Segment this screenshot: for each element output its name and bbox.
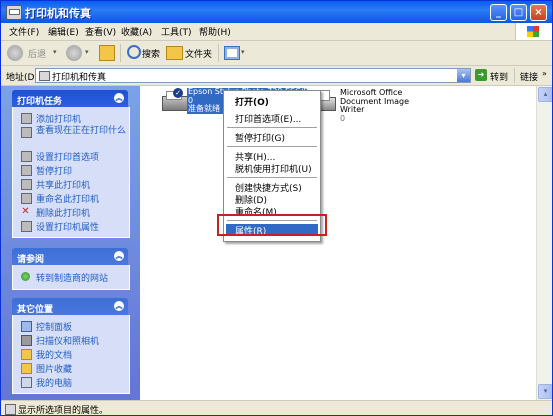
other-places-title: 其它位置: [17, 305, 54, 315]
status-bar: 显示所选项目的属性。: [1, 400, 552, 416]
views-dropdown-icon[interactable]: ▾: [241, 48, 245, 56]
close-button[interactable]: ×: [530, 4, 547, 21]
printer-folder-icon: [39, 71, 50, 81]
ctx-sharing[interactable]: 共享(H)...: [226, 150, 318, 163]
ctx-printing-preferences[interactable]: 打印首选项(E)...: [226, 112, 318, 125]
toolbar: 后退 ▾ ▾ 搜索 文件夹 ▾: [1, 41, 552, 66]
see-also-header[interactable]: 请参阅 ︽: [12, 248, 128, 265]
printer-queue-icon: [21, 127, 32, 138]
scroll-down-arrow-icon[interactable]: ▾: [538, 384, 552, 399]
delete-x-icon: ✕: [21, 206, 30, 217]
address-value: 打印机和传真: [52, 73, 107, 83]
collapse-chevron-icon[interactable]: ︽: [114, 93, 124, 103]
printer-tasks-title: 打印机任务: [17, 97, 63, 107]
window-title: 打印机和传真: [25, 7, 91, 20]
back-dropdown-icon[interactable]: ▾: [53, 48, 57, 56]
menu-favorites[interactable]: 收藏(A): [121, 25, 152, 38]
views-icon[interactable]: [224, 46, 240, 60]
folders-icon[interactable]: [166, 46, 183, 60]
annotation-highlight-frame: [217, 214, 327, 236]
pause-printer-icon: [21, 165, 32, 176]
vertical-scrollbar[interactable]: ▴ ▾: [536, 86, 552, 400]
scroll-up-arrow-icon[interactable]: ▴: [538, 87, 552, 102]
menu-view[interactable]: 查看(V): [85, 25, 116, 38]
forward-dropdown-icon[interactable]: ▾: [85, 48, 89, 56]
share-printer-icon: [21, 179, 32, 190]
pictures-folder-icon: [21, 363, 32, 374]
ctx-separator: [227, 177, 317, 178]
rename-icon: [21, 193, 32, 204]
printer-tasks-box: 添加打印机 查看现在正在打印什么 设置打印首选项 暂停打印 共享此打印机 重命名…: [12, 107, 130, 238]
links-button[interactable]: 链接: [520, 70, 538, 83]
back-arrow-icon[interactable]: [7, 45, 23, 61]
ctx-create-shortcut[interactable]: 创建快捷方式(S): [226, 181, 318, 194]
toolbar-divider: [120, 44, 121, 62]
folders-button[interactable]: 文件夹: [185, 47, 212, 60]
go-button[interactable]: 转到: [490, 70, 508, 83]
other-places-header[interactable]: 其它位置 ︽: [12, 298, 128, 315]
control-panel-icon: [21, 321, 32, 332]
printer-folder-icon: [6, 5, 22, 20]
task-pane: 打印机任务 ︽ 添加打印机 查看现在正在打印什么 设置打印首选项 暂停打印 共享…: [1, 86, 140, 400]
preferences-icon: [21, 151, 32, 162]
globe-icon: [21, 272, 30, 281]
printer-tasks-header[interactable]: 打印机任务 ︽: [12, 90, 128, 107]
office-image-writer-label[interactable]: Microsoft Office Document Image Writer 0: [340, 88, 435, 123]
menu-bar: 文件(F) 编辑(E) 查看(V) 收藏(A) 工具(T) 帮助(H): [1, 23, 552, 41]
menu-tools[interactable]: 工具(T): [161, 25, 192, 38]
office-job-count: 0: [340, 113, 346, 123]
ctx-separator: [227, 146, 317, 147]
documents-folder-icon: [21, 349, 32, 360]
default-printer-check-icon: ✓: [173, 88, 183, 98]
scanner-icon: [21, 335, 32, 346]
see-also-box: 转到制造商的网站: [12, 265, 130, 290]
menu-file[interactable]: 文件(F): [9, 25, 39, 38]
address-bar: 地址(D) 打印机和传真 ▾ ➜ 转到 链接 »: [1, 66, 552, 86]
ctx-open[interactable]: 打开(O): [226, 95, 318, 108]
menu-edit[interactable]: 编辑(E): [48, 25, 79, 38]
printer-list-area[interactable]: ✓ Epson Stylus Photo 720 ESC/P 2 0 准备就绪 …: [140, 86, 536, 400]
back-button[interactable]: 后退: [28, 47, 46, 60]
properties-icon: [21, 221, 32, 232]
minimize-button[interactable]: _: [490, 4, 507, 21]
up-folder-icon[interactable]: [99, 45, 115, 61]
toolbar-divider: [218, 44, 219, 62]
see-also-title: 请参阅: [17, 255, 45, 265]
ctx-pause-printing[interactable]: 暂停打印(G): [226, 131, 318, 144]
search-icon[interactable]: [127, 45, 141, 59]
ctx-use-offline[interactable]: 脱机使用打印机(U): [226, 162, 318, 175]
menu-help[interactable]: 帮助(H): [199, 25, 231, 38]
collapse-chevron-icon[interactable]: ︽: [114, 251, 124, 261]
office-image-writer-name: Microsoft Office Document Image Writer: [340, 88, 410, 114]
status-printer-icon: [5, 404, 16, 415]
go-arrow-icon[interactable]: ➜: [475, 69, 487, 81]
other-places-box: 控制面板 扫描仪和照相机 我的文档 图片收藏 我的电脑: [12, 315, 130, 394]
windows-logo-icon: [515, 23, 552, 40]
forward-arrow-icon[interactable]: [66, 45, 82, 61]
maximize-button[interactable]: □: [510, 4, 527, 21]
ctx-delete[interactable]: 删除(D): [226, 193, 318, 206]
title-bar[interactable]: 打印机和传真 _ □ ×: [1, 1, 552, 23]
computer-icon: [21, 377, 32, 388]
address-field[interactable]: 打印机和传真 ▾: [35, 68, 471, 83]
address-divider: [514, 68, 515, 83]
ctx-separator: [227, 127, 317, 128]
epson-printer-icon[interactable]: ✓: [160, 88, 188, 114]
links-chevron-icon[interactable]: »: [542, 69, 547, 78]
search-button[interactable]: 搜索: [142, 47, 160, 60]
collapse-chevron-icon[interactable]: ︽: [114, 301, 124, 311]
address-dropdown-icon[interactable]: ▾: [457, 69, 470, 82]
add-printer-icon: [21, 113, 32, 124]
status-text: 显示所选项目的属性。: [18, 406, 109, 416]
address-label: 地址(D): [6, 73, 38, 83]
